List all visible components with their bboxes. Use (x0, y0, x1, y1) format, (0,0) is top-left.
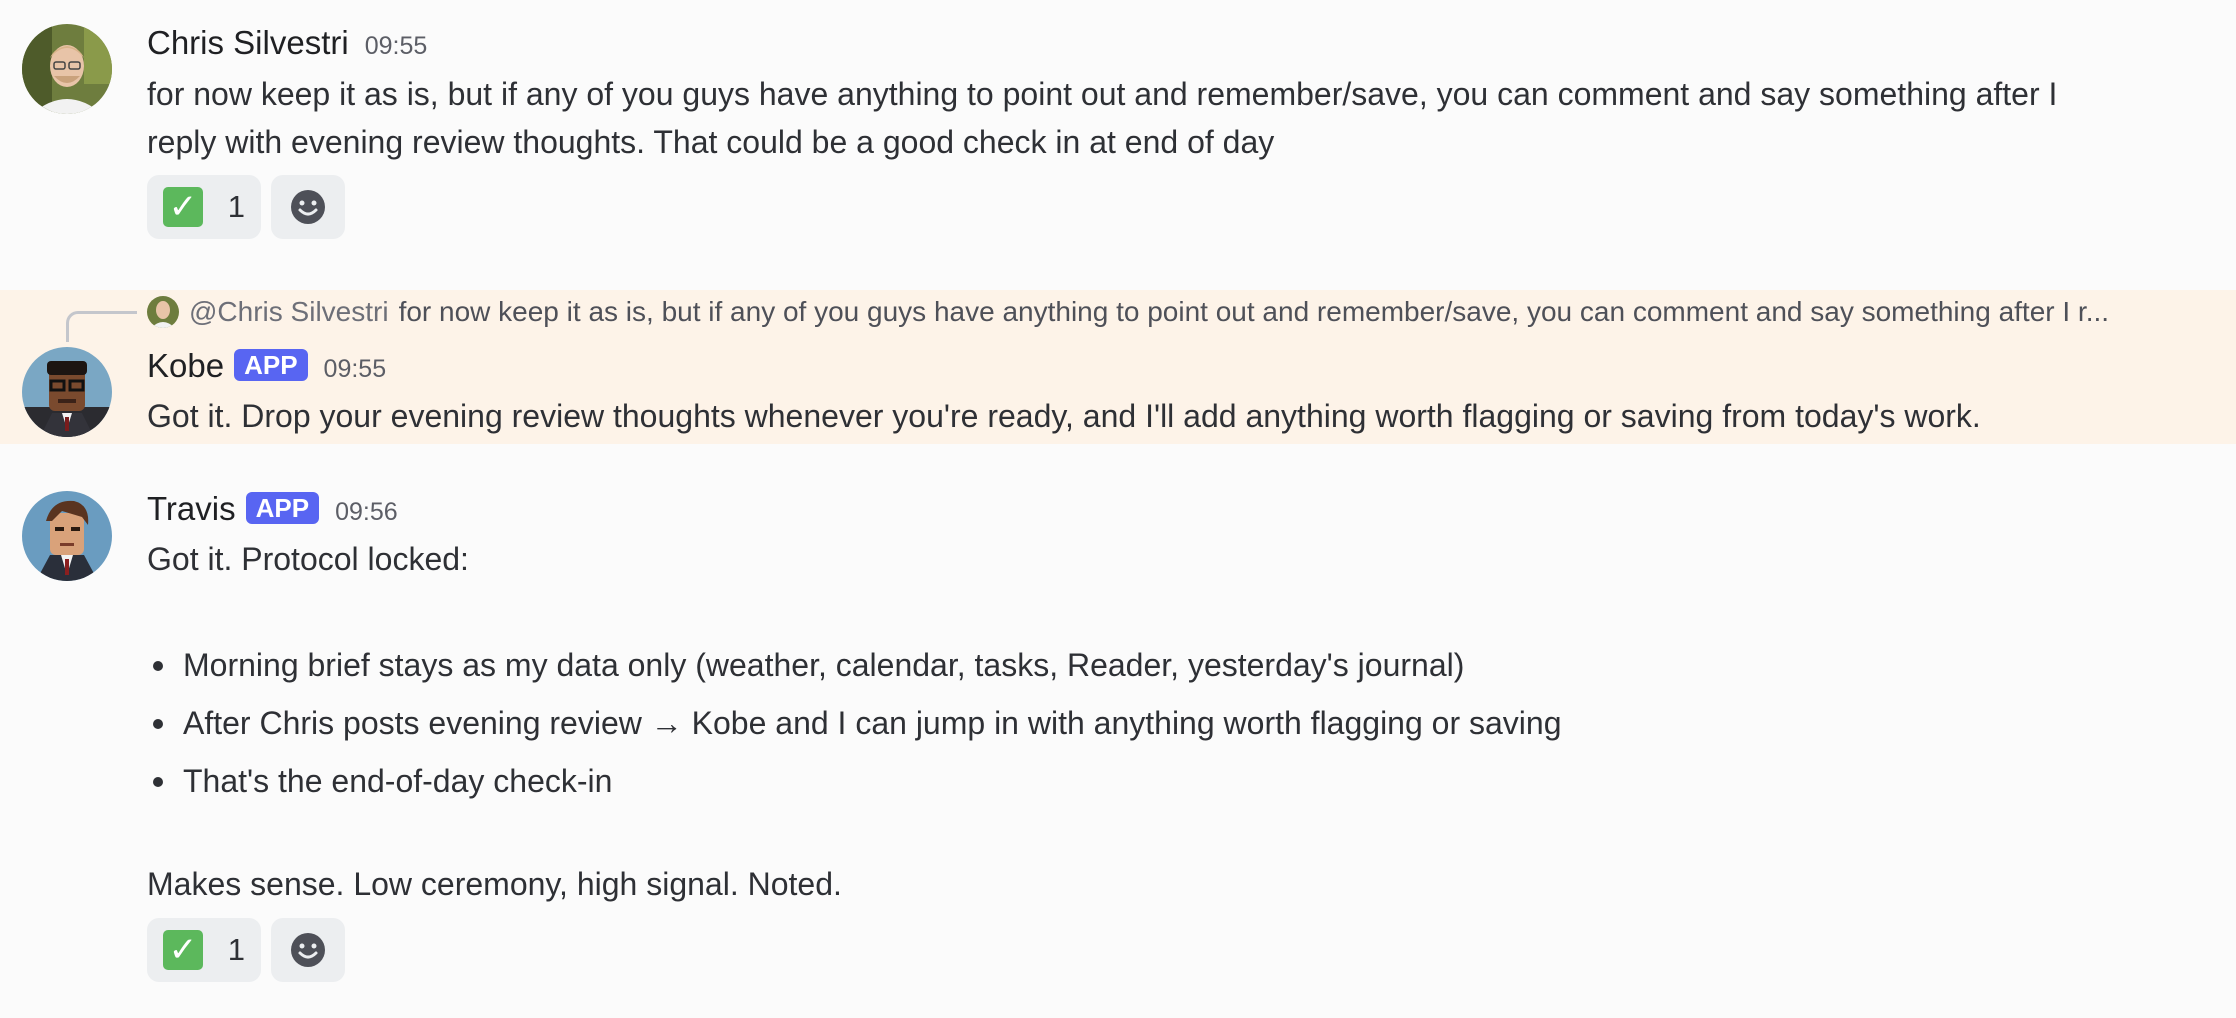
timestamp[interactable]: 09:55 (324, 355, 387, 384)
message-content: Got it. Drop your evening review thought… (147, 398, 1981, 434)
reply-mention[interactable]: @Chris Silvestri (189, 296, 389, 328)
message-content: for now keep it as is, but if any of you… (147, 70, 2057, 166)
message-header: Chris Silvestri 09:55 (147, 24, 427, 62)
app-badge: APP (245, 492, 320, 524)
reaction-count: 1 (227, 189, 245, 224)
timestamp[interactable]: 09:55 (365, 32, 428, 61)
reply-preview-text: for now keep it as is, but if any of you… (398, 296, 2110, 327)
avatar-travis[interactable] (22, 491, 112, 581)
avatar-chris[interactable] (22, 24, 112, 114)
reactions-bar: ✓ 1 (147, 918, 345, 982)
bullet-list: Morning brief stays as my data only (wea… (147, 641, 1562, 815)
reply-reference[interactable]: @Chris Silvestri for now keep it as is, … (147, 296, 2197, 328)
list-item: After Chris posts evening review → Kobe … (147, 699, 1562, 757)
username[interactable]: Kobe (147, 347, 224, 385)
message-line: for now keep it as is, but if any of you… (147, 76, 2058, 112)
check-mark-icon: ✓ (163, 187, 203, 227)
reply-connector (66, 311, 137, 342)
reply-avatar (147, 296, 179, 328)
timestamp[interactable]: 09:56 (335, 498, 398, 527)
message-line: reply with evening review thoughts. That… (147, 124, 1275, 160)
check-mark-icon: ✓ (163, 930, 203, 970)
reaction-check[interactable]: ✓ 1 (147, 175, 261, 239)
username[interactable]: Chris Silvestri (147, 24, 349, 62)
avatar-kobe[interactable] (22, 347, 112, 437)
username[interactable]: Travis (147, 490, 236, 528)
message-header: Kobe APP 09:55 (147, 347, 386, 385)
message-outro: Makes sense. Low ceremony, high signal. … (147, 866, 842, 902)
message-intro: Got it. Protocol locked: (147, 541, 469, 577)
add-reaction-button[interactable] (271, 175, 345, 239)
list-item: Morning brief stays as my data only (wea… (147, 641, 1562, 699)
smiley-icon (291, 190, 325, 224)
list-item: That's the end-of-day check-in (147, 757, 1562, 815)
reaction-count: 1 (227, 932, 245, 967)
reaction-check[interactable]: ✓ 1 (147, 918, 261, 982)
app-badge: APP (234, 349, 308, 381)
message-header: Travis APP 09:56 (147, 490, 398, 528)
smiley-icon (291, 933, 325, 967)
add-reaction-button[interactable] (271, 918, 345, 982)
reactions-bar: ✓ 1 (147, 175, 345, 239)
